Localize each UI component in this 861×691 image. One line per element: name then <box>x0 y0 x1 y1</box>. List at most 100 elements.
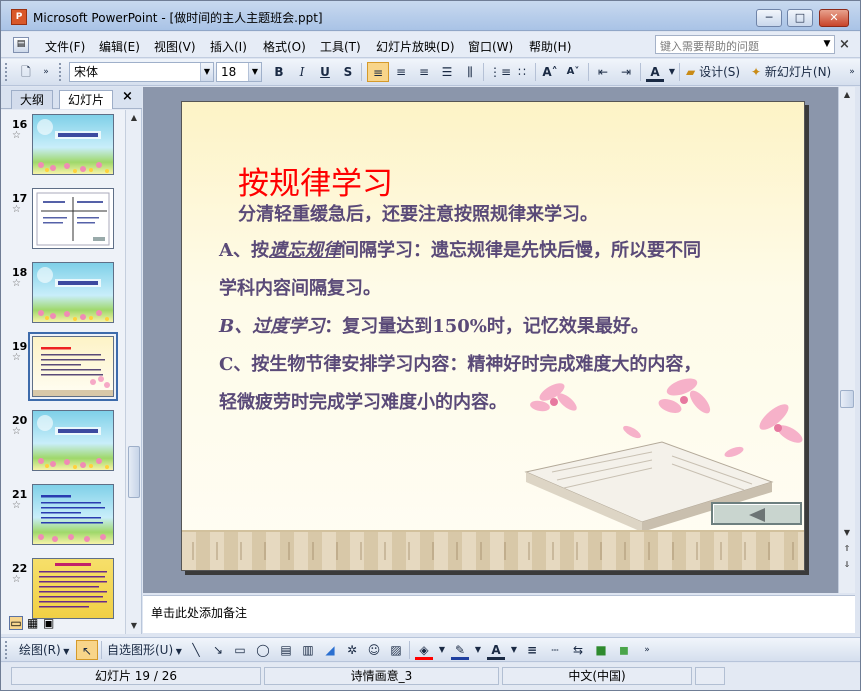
next-slide-icon[interactable]: ⇓ <box>839 557 855 573</box>
tab-slides[interactable]: 幻灯片 <box>59 90 114 109</box>
slide-thumbnail[interactable] <box>32 262 114 323</box>
shadow-style-icon[interactable]: ■ <box>592 640 610 660</box>
slide-text-line[interactable]: B、过度学习：复习量达到150%时，记忆效果最好。 <box>219 312 799 338</box>
chevron-down-icon[interactable]: ▼ <box>820 37 834 52</box>
arrow-tool-icon[interactable]: ↘ <box>209 640 227 660</box>
font-color-icon[interactable]: A <box>646 62 664 82</box>
slide-scrollbar[interactable]: ▲ ▼ ⇑ ⇓ <box>838 87 855 593</box>
menu-insert[interactable]: 插入(I) <box>210 38 247 55</box>
increase-font-icon[interactable]: A˄ <box>541 62 559 82</box>
3d-style-icon[interactable]: ◼ <box>615 640 633 660</box>
menu-window[interactable]: 窗口(W) <box>468 38 513 55</box>
scroll-up-icon[interactable]: ▲ <box>839 87 855 103</box>
animation-star-icon[interactable]: ☆ <box>12 278 21 289</box>
font-size-select[interactable]: 18 ▼ <box>216 62 262 82</box>
powerpoint-icon[interactable]: P <box>11 9 27 25</box>
slide-text-line[interactable]: C、按生物节律安排学习内容：精神好时完成难度大的内容， <box>219 350 799 376</box>
help-search-input[interactable]: 键入需要帮助的问题 ▼ <box>655 35 835 54</box>
arrow-style-icon[interactable]: ⇆ <box>569 640 587 660</box>
design-button[interactable]: ▰ 设计(S) <box>686 62 740 82</box>
close-pane-button[interactable]: × <box>122 89 133 104</box>
previous-slide-icon[interactable]: ⇑ <box>839 541 855 557</box>
slide-text-line[interactable]: 轻微疲劳时完成学习难度小的内容。 <box>219 388 799 414</box>
numbering-icon[interactable]: ⋮≡ <box>489 62 511 82</box>
scroll-down-icon[interactable]: ▼ <box>839 525 855 541</box>
scroll-thumb[interactable] <box>128 446 140 498</box>
close-document-button[interactable]: × <box>839 37 850 52</box>
menu-file[interactable]: 文件(F) <box>45 38 85 55</box>
line-tool-icon[interactable]: ╲ <box>187 640 205 660</box>
select-pointer-icon[interactable]: ↖ <box>76 640 98 660</box>
animation-star-icon[interactable]: ☆ <box>12 574 21 585</box>
underline-button[interactable]: U <box>316 62 334 82</box>
close-button[interactable]: ✕ <box>819 9 849 27</box>
toolbar-options-icon[interactable]: » <box>843 62 860 82</box>
toolbar-grip[interactable] <box>5 641 8 659</box>
menu-slideshow[interactable]: 幻灯片放映(D) <box>376 38 455 55</box>
tab-outline[interactable]: 大纲 <box>11 90 54 109</box>
maximize-button[interactable]: □ <box>787 9 813 27</box>
new-document-icon[interactable]: 🗋 <box>17 62 35 82</box>
animation-star-icon[interactable]: ☆ <box>12 426 21 437</box>
dash-style-icon[interactable]: ┄ <box>546 640 564 660</box>
slide-text-line[interactable]: A、按遗忘规律间隔学习：遗忘规律是先快后慢，所以要不同 <box>219 236 799 262</box>
justify-icon[interactable]: ☰ <box>438 62 456 82</box>
slide-thumbnail[interactable] <box>32 410 114 471</box>
diagram-icon[interactable]: ✲ <box>343 640 361 660</box>
scroll-down-icon[interactable]: ▼ <box>126 618 142 634</box>
shadow-button[interactable]: S <box>339 62 357 82</box>
autoshapes-button[interactable]: 自选图形(U) ▼ <box>107 640 182 660</box>
back-action-button[interactable] <box>711 502 802 525</box>
chevron-down-icon[interactable]: ▼ <box>505 640 523 660</box>
normal-view-icon[interactable]: ▭ <box>9 616 23 630</box>
slide-sorter-icon[interactable]: ▦ <box>27 616 38 630</box>
animation-star-icon[interactable]: ☆ <box>12 204 21 215</box>
align-right-icon[interactable]: ≡ <box>415 62 433 82</box>
italic-button[interactable]: I <box>293 62 311 82</box>
animation-star-icon[interactable]: ☆ <box>12 352 21 363</box>
slide-thumbnail[interactable] <box>32 188 114 249</box>
menu-format[interactable]: 格式(O) <box>263 38 306 55</box>
animation-star-icon[interactable]: ☆ <box>12 500 21 511</box>
chevron-down-icon[interactable]: ▼ <box>433 640 451 660</box>
chevron-down-icon[interactable]: ▼ <box>469 640 487 660</box>
current-slide[interactable]: 按规律学习 分清轻重缓急后，还要注意按照规律来学习。 A、按遗忘规律间隔学习：遗… <box>181 101 805 571</box>
slide-title[interactable]: 按规律学习 <box>238 158 393 203</box>
slide-thumbnail[interactable] <box>32 484 114 545</box>
scroll-thumb[interactable] <box>840 390 854 408</box>
thumbnail-scrollbar[interactable]: ▲ ▼ <box>125 110 141 634</box>
bold-button[interactable]: B <box>270 62 288 82</box>
fill-color-icon[interactable]: ◈ <box>415 640 433 660</box>
line-color-icon[interactable]: ✎ <box>451 640 469 660</box>
animation-star-icon[interactable]: ☆ <box>12 130 21 141</box>
bullets-icon[interactable]: ∷ <box>513 62 531 82</box>
slideshow-icon[interactable]: ▣ <box>43 616 54 630</box>
font-name-select[interactable]: 宋体 ▼ <box>69 62 214 82</box>
toolbar-options-icon[interactable]: » <box>638 640 656 660</box>
menu-help[interactable]: 帮助(H) <box>529 38 571 55</box>
menu-edit[interactable]: 编辑(E) <box>99 38 140 55</box>
slide-text-line[interactable]: 学科内容间隔复习。 <box>219 274 799 300</box>
minimize-button[interactable]: ─ <box>756 9 782 27</box>
align-center-icon[interactable]: ≡ <box>392 62 410 82</box>
toolbar-options-icon[interactable]: » <box>37 62 55 82</box>
notes-pane[interactable]: 单击此处添加备注 <box>143 595 855 633</box>
clipart-icon[interactable]: ☺ <box>365 640 383 660</box>
slide-thumbnail[interactable] <box>28 332 118 401</box>
decrease-font-icon[interactable]: A˅ <box>564 62 582 82</box>
chevron-down-icon[interactable]: ▼ <box>200 63 213 81</box>
wordart-icon[interactable]: ◢ <box>321 640 339 660</box>
textbox-tool-icon[interactable]: ▤ <box>277 640 295 660</box>
line-style-icon[interactable]: ≡ <box>523 640 541 660</box>
document-icon[interactable]: ▤ <box>13 37 29 53</box>
increase-indent-icon[interactable]: ⇥ <box>617 62 635 82</box>
menu-tools[interactable]: 工具(T) <box>320 38 361 55</box>
slide-text-line[interactable]: 分清轻重缓急后，还要注意按照规律来学习。 <box>238 200 804 226</box>
slide-thumbnail[interactable] <box>32 114 114 175</box>
menu-view[interactable]: 视图(V) <box>154 38 196 55</box>
decrease-indent-icon[interactable]: ⇤ <box>594 62 612 82</box>
align-left-icon[interactable]: ≡ <box>367 62 389 82</box>
distribute-icon[interactable]: ⫼ <box>461 62 479 82</box>
slide-thumbnail[interactable] <box>32 558 114 619</box>
rectangle-tool-icon[interactable]: ▭ <box>231 640 249 660</box>
